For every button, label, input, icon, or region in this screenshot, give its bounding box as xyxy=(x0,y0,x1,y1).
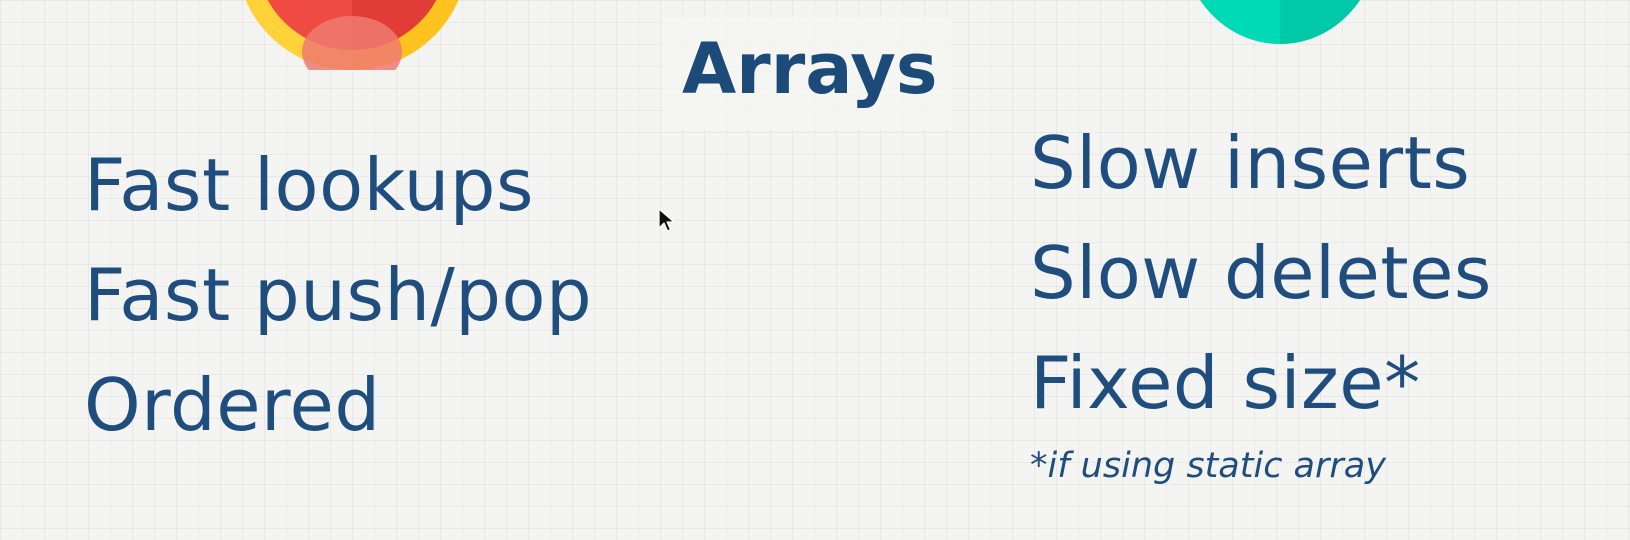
cons-list: Slow inserts Slow deletes Fixed size* xyxy=(1030,108,1492,438)
cons-item: Fixed size* xyxy=(1030,341,1421,425)
pros-item: Fast push/pop xyxy=(84,253,593,337)
pros-list: Fast lookups Fast push/pop Ordered xyxy=(84,130,592,460)
cons-circle-icon xyxy=(1199,0,1361,44)
pros-circle-icon xyxy=(245,0,459,70)
footnote: *if using static array xyxy=(1030,446,1386,486)
pros-item: Ordered xyxy=(84,363,381,447)
slide: Arrays Fast lookups Fast push/pop Ordere… xyxy=(0,0,1630,540)
mouse-pointer-icon xyxy=(658,208,675,232)
cons-item: Slow deletes xyxy=(1030,231,1492,315)
slide-title: Arrays xyxy=(682,28,938,110)
pros-item: Fast lookups xyxy=(84,143,534,227)
cons-item: Slow inserts xyxy=(1030,121,1471,205)
